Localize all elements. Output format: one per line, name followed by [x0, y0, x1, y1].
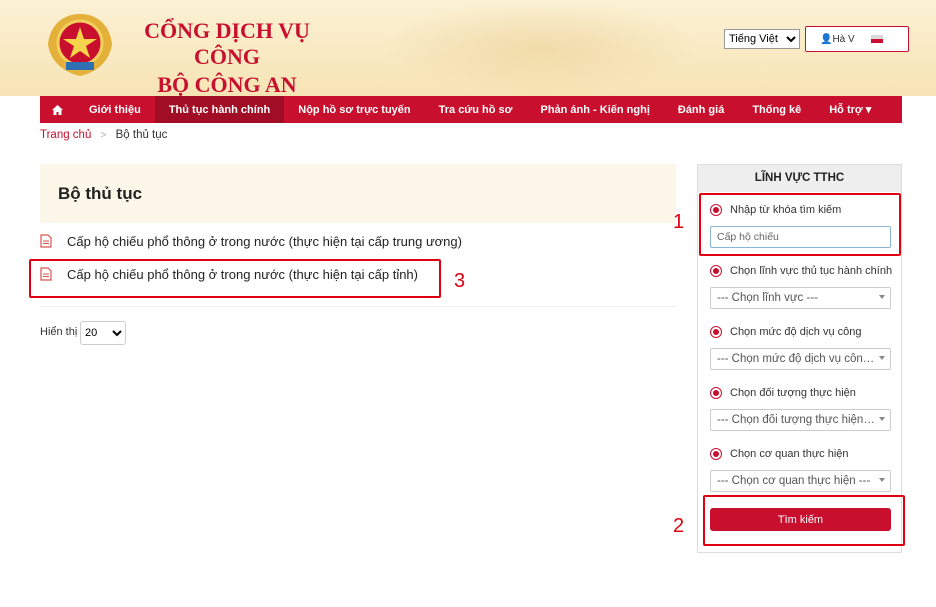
radio-selected-icon[interactable]	[710, 265, 722, 277]
annotation-number-2: 2	[673, 515, 685, 537]
subject-option[interactable]: Chọn đối tượng thực hiện	[710, 387, 856, 399]
level-select-value: --- Chọn mức độ dịch vụ công ---	[717, 353, 875, 365]
site-title-line2: BỘ CÔNG AN	[157, 72, 297, 97]
breadcrumb-home-link[interactable]: Trang chủ	[40, 129, 91, 141]
highlight-box-3	[29, 259, 441, 298]
radio-selected-icon[interactable]	[710, 326, 722, 338]
page-title: Bộ thủ tục	[58, 184, 143, 203]
agency-label: Chọn cơ quan thực hiện	[730, 448, 849, 460]
nav-item-thong-ke[interactable]: Thống kê	[738, 96, 815, 123]
procedure-item[interactable]: Cấp hộ chiếu phổ thông ở trong nước (thự…	[40, 229, 462, 253]
level-select[interactable]: --- Chọn mức độ dịch vụ công ---	[710, 348, 891, 370]
document-icon	[40, 234, 52, 248]
nav-home[interactable]	[40, 96, 75, 123]
level-label: Chọn mức độ dịch vụ công	[730, 326, 862, 338]
subject-label: Chọn đối tượng thực hiện	[730, 387, 856, 399]
breadcrumb: Trang chủ > Bộ thủ tục	[40, 129, 167, 141]
site-title-line1: CỔNG DỊCH VỤ CÔNG	[144, 18, 310, 69]
nav-item-phan-anh-kien-nghi[interactable]: Phản ánh - Kiến nghị	[526, 96, 663, 123]
site-header: CỔNG DỊCH VỤ CÔNG BỘ CÔNG AN Tiếng Việt …	[0, 0, 936, 98]
radio-selected-icon[interactable]	[710, 387, 722, 399]
nav-item-ho-tro[interactable]: Hỗ trợ ▾	[815, 96, 885, 123]
dropdown-arrow-icon	[879, 295, 885, 299]
breadcrumb-current: Bộ thủ tục	[115, 129, 168, 141]
highlight-box-2	[703, 495, 905, 546]
home-icon	[52, 104, 63, 115]
main-navbar: Giới thiệu Thủ tục hành chính Nộp hồ sơ …	[40, 96, 902, 123]
nav-item-gioi-thieu[interactable]: Giới thiệu	[75, 96, 155, 123]
field-label: Chọn lĩnh vực thủ tục hành chính	[730, 265, 893, 277]
annotation-number-1: 1	[673, 211, 685, 233]
divider	[40, 306, 676, 307]
field-option[interactable]: Chọn lĩnh vực thủ tục hành chính	[710, 265, 892, 277]
agency-select[interactable]: --- Chọn cơ quan thực hiện ---	[710, 470, 891, 492]
per-page-select[interactable]: 20	[80, 321, 126, 345]
site-title[interactable]: CỔNG DỊCH VỤ CÔNG BỘ CÔNG AN	[134, 18, 320, 98]
field-select[interactable]: --- Chọn lĩnh vực ---	[710, 287, 891, 309]
agency-select-value: --- Chọn cơ quan thực hiện ---	[717, 475, 871, 487]
radio-selected-icon[interactable]	[710, 448, 722, 460]
flag-icon	[870, 35, 883, 43]
user-account-button[interactable]: 👤 Hà V	[805, 26, 909, 52]
user-name: Hà V	[832, 33, 855, 45]
language-select[interactable]: Tiếng Việt	[724, 29, 800, 49]
agency-option[interactable]: Chọn cơ quan thực hiện	[710, 448, 849, 460]
nav-item-nop-ho-so[interactable]: Nộp hồ sơ trực tuyến	[284, 96, 424, 123]
subject-select-value: --- Chọn đối tượng thực hiện ---	[717, 414, 875, 426]
dropdown-arrow-icon	[879, 356, 885, 360]
police-emblem-logo[interactable]	[40, 10, 120, 80]
breadcrumb-separator: >	[100, 130, 107, 141]
annotation-number-3: 3	[454, 270, 466, 292]
field-select-value: --- Chọn lĩnh vực ---	[717, 292, 818, 304]
nav-item-thu-tuc-hanh-chinh[interactable]: Thủ tục hành chính	[154, 96, 285, 123]
subject-select[interactable]: --- Chọn đối tượng thực hiện ---	[710, 409, 891, 431]
dropdown-arrow-icon	[879, 478, 885, 482]
page-title-box: Bộ thủ tục	[40, 164, 676, 223]
nav-item-danh-gia[interactable]: Đánh giá	[664, 96, 738, 123]
dropdown-arrow-icon	[879, 417, 885, 421]
panel-title: LĨNH VỰC TTHC	[698, 165, 901, 192]
user-icon: 👤	[820, 33, 833, 45]
highlight-box-1	[699, 193, 901, 256]
level-option[interactable]: Chọn mức độ dịch vụ công	[710, 326, 862, 338]
nav-item-tra-cuu-ho-so[interactable]: Tra cứu hồ sơ	[425, 96, 527, 123]
per-page-label: Hiển thị	[40, 326, 78, 338]
procedure-link[interactable]: Cấp hộ chiếu phổ thông ở trong nước (thự…	[67, 234, 462, 249]
